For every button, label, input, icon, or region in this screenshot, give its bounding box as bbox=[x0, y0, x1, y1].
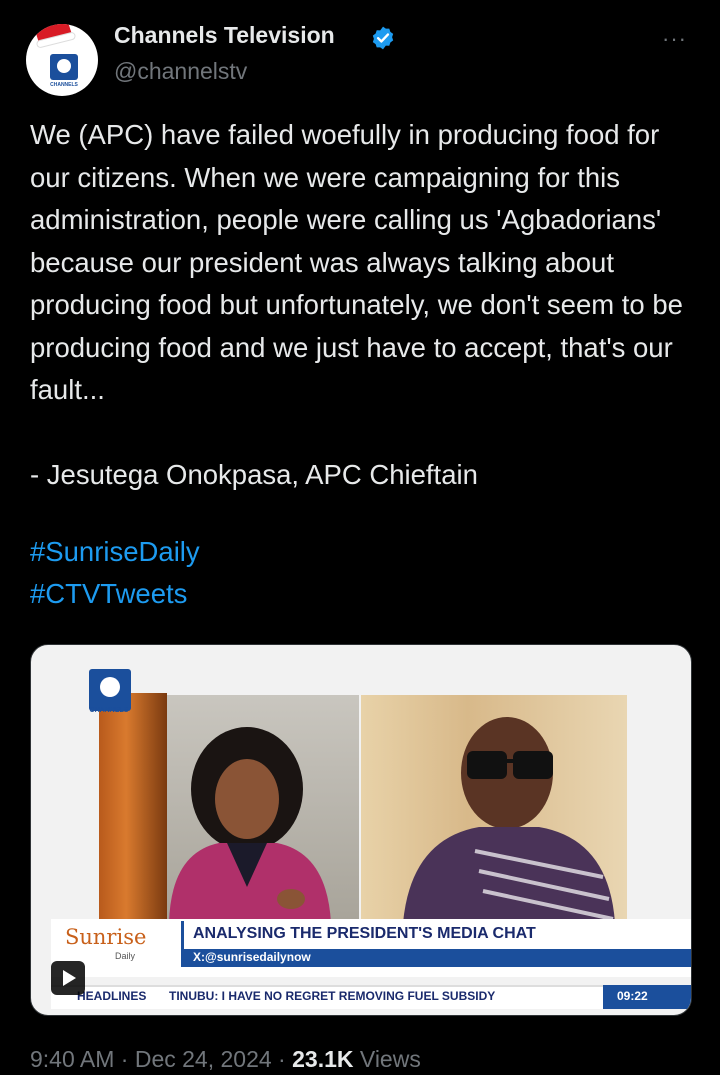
play-icon[interactable] bbox=[51, 961, 85, 995]
show-logo-sub: Daily bbox=[115, 951, 136, 961]
ticker-clock: 09:22 bbox=[617, 989, 648, 1003]
hashtag-link[interactable]: #SunriseDaily bbox=[30, 536, 200, 568]
channels-logo-icon bbox=[89, 669, 131, 711]
avatar-logo-text: CHANNELS bbox=[50, 82, 78, 88]
video-media[interactable]: CHANNELS Sunrise Daily ANALYSING THE PRE… bbox=[30, 644, 692, 1016]
tweet-header: CHANNELS Channels Television @channelstv… bbox=[0, 0, 720, 100]
verified-badge-icon bbox=[372, 26, 394, 50]
views-count: 23.1K bbox=[292, 1046, 354, 1072]
hashtag-link[interactable]: #CTVTweets bbox=[30, 578, 187, 610]
tweet-meta: 9:40 AM · Dec 24, 2024 · 23.1K Views bbox=[30, 1046, 421, 1073]
avatar[interactable]: CHANNELS bbox=[26, 24, 98, 96]
channels-logo-label: CHANNELS bbox=[89, 707, 129, 714]
ticker-label: HEADLINES bbox=[77, 989, 147, 1003]
tweet-body: We (APC) have failed woefully in produci… bbox=[30, 119, 683, 490]
channels-logo-icon bbox=[50, 54, 78, 80]
segment-headline: ANALYSING THE PRESIDENT'S MEDIA CHAT bbox=[193, 925, 536, 942]
show-logo: Sunrise bbox=[65, 925, 147, 949]
tweet-time[interactable]: 9:40 AM bbox=[30, 1046, 114, 1072]
guest-figure bbox=[403, 717, 615, 923]
views-label: Views bbox=[353, 1046, 421, 1072]
display-name[interactable]: Channels Television bbox=[114, 22, 335, 49]
ticker-text: TINUBU: I HAVE NO REGRET REMOVING FUEL S… bbox=[169, 989, 496, 1003]
more-options-icon[interactable]: ··· bbox=[662, 26, 687, 52]
account-handle[interactable]: @channelstv bbox=[114, 58, 247, 85]
tweet-date[interactable]: Dec 24, 2024 bbox=[135, 1046, 272, 1072]
news-anchor-figure bbox=[169, 727, 331, 923]
social-handle: X:@sunrisedailynow bbox=[193, 950, 311, 964]
meta-separator: · bbox=[114, 1046, 135, 1072]
meta-separator: · bbox=[271, 1046, 293, 1072]
